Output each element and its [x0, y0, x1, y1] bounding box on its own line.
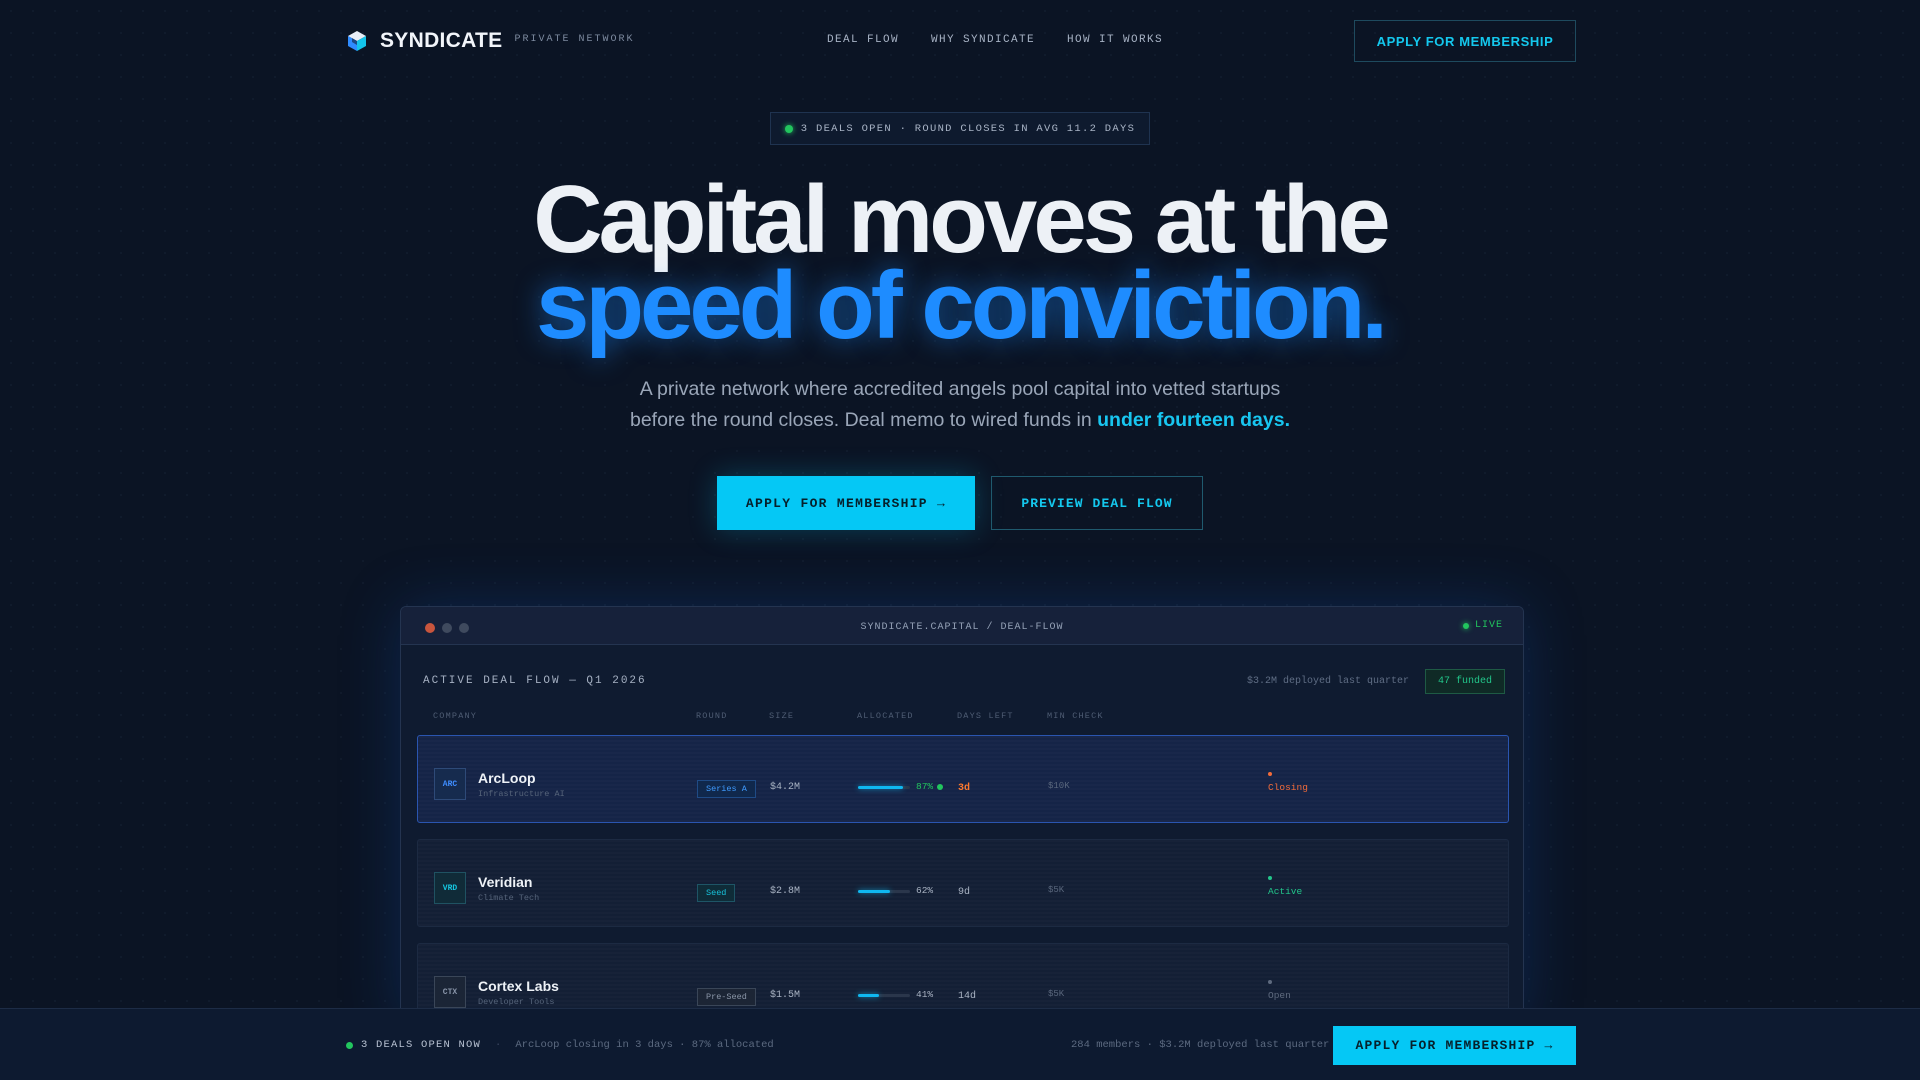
company-name: Cortex Labs — [478, 978, 559, 994]
deal-row-arcloop[interactable]: ARC ArcLoop Infrastructure AI Series A $… — [417, 735, 1509, 823]
footer-separator: · — [495, 1039, 502, 1051]
preview-deal-flow-button[interactable]: PREVIEW DEAL FLOW — [991, 476, 1203, 530]
hero-headline-line2: speed of conviction. — [535, 252, 1388, 359]
deals-open-badge-text: 3 DEALS OPEN · ROUND CLOSES IN AVG 11.2 … — [800, 122, 1136, 135]
deals-open-badge: 3 DEALS OPEN · ROUND CLOSES IN AVG 11.2 … — [770, 112, 1150, 145]
deal-status-label: Active — [1268, 886, 1303, 897]
deal-status-label: Closing — [1268, 782, 1308, 793]
status-dot — [1268, 980, 1272, 984]
sticky-footer-bar: 3 DEALS OPEN NOW · ArcLoop closing in 3 … — [0, 1008, 1920, 1080]
footer-deals-open: 3 DEALS OPEN NOW — [361, 1039, 482, 1051]
allocation-bar — [858, 890, 910, 893]
brand-tagline: PRIVATE NETWORK — [514, 33, 635, 45]
dashboard-meta: $3.2M deployed last quarter 47 funded — [1247, 669, 1505, 694]
company-name: Veridian — [478, 874, 533, 890]
isometric-cube-icon — [348, 31, 366, 51]
deal-status-label: Open — [1268, 990, 1291, 1001]
live-label: LIVE — [1474, 620, 1503, 631]
allocation-bar — [858, 994, 910, 997]
company-logo: VRD — [434, 872, 466, 904]
allocation-bar — [858, 786, 910, 789]
min-check: $10K — [1048, 781, 1070, 791]
nav-link-how-it-works[interactable]: HOW IT WORKS — [1067, 34, 1163, 46]
funded-count-badge: 47 funded — [1424, 669, 1505, 694]
deployed-last-quarter: $3.2M deployed last quarter — [1246, 676, 1409, 687]
live-indicator: LIVE — [1462, 620, 1503, 631]
company-sector: Climate Tech — [478, 893, 540, 903]
live-status-dot — [784, 124, 793, 133]
top-nav: SYNDICATE PRIVATE NETWORK DEAL FLOW WHY … — [346, 20, 1576, 62]
allocation-percent-value: 62% — [916, 885, 934, 896]
column-header-days-left: DAYS LEFT — [957, 711, 1014, 721]
deal-table-header: COMPANY ROUND SIZE ALLOCATED DAYS LEFT M… — [401, 711, 1523, 725]
column-header-round: ROUND — [696, 711, 728, 721]
nav-link-why-syndicate[interactable]: WHY SYNDICATE — [931, 34, 1035, 46]
hero-subtitle-highlight: under fourteen days. — [1097, 409, 1291, 431]
round-size: $2.8M — [770, 886, 801, 897]
column-header-min-check: MIN CHECK — [1047, 711, 1104, 721]
status-dot — [1268, 772, 1272, 776]
column-header-allocated: ALLOCATED — [857, 711, 914, 721]
status-dot — [1268, 876, 1272, 880]
company-logo: CTX — [434, 976, 466, 1008]
footer-closing-info: ArcLoop closing in 3 days · 87% allocate… — [515, 1039, 774, 1051]
hero-subtitle: A private network where accredited angel… — [0, 374, 1920, 436]
days-left: 3d — [958, 783, 971, 794]
company-name: ArcLoop — [478, 770, 536, 786]
allocation-live-dot — [937, 783, 944, 790]
min-check: $5K — [1048, 885, 1065, 895]
company-sector: Infrastructure AI — [478, 789, 565, 799]
company-logo: ARC — [434, 768, 466, 800]
live-dot — [1462, 622, 1469, 629]
allocation-bar-fill — [858, 994, 880, 997]
brand-logo[interactable]: SYNDICATE PRIVATE NETWORK — [346, 29, 635, 53]
deal-status: Closing — [1268, 772, 1308, 793]
days-left: 9d — [958, 887, 971, 898]
hero-subtitle-line2: before the round closes. Deal memo to wi… — [629, 409, 1098, 431]
hero-subtitle-line1: A private network where accredited angel… — [639, 378, 1281, 400]
allocation-percent: 87% — [916, 781, 944, 792]
allocation-bar-fill — [858, 890, 891, 893]
company-sector: Developer Tools — [478, 997, 555, 1007]
allocation-percent-value: 87% — [916, 781, 934, 792]
allocation-percent: 62% — [916, 885, 933, 896]
round-badge: Pre-Seed — [697, 988, 756, 1006]
footer-deals-status: 3 DEALS OPEN NOW · ArcLoop closing in 3 … — [346, 1039, 774, 1051]
deal-row-veridian[interactable]: VRD Veridian Climate Tech Seed $2.8M 62%… — [417, 839, 1509, 927]
deal-flow-dashboard: SYNDICATE.CAPITAL / DEAL-FLOW LIVE ACTIV… — [400, 606, 1524, 1026]
column-header-size: SIZE — [769, 711, 795, 721]
deal-status: Open — [1268, 980, 1291, 1001]
min-check: $5K — [1048, 989, 1065, 999]
apply-membership-button[interactable]: APPLY FOR MEMBERSHIP → — [717, 476, 975, 530]
nav-link-deal-flow[interactable]: DEAL FLOW — [827, 34, 899, 46]
days-left: 14d — [958, 991, 977, 1002]
nav-apply-button[interactable]: APPLY FOR MEMBERSHIP — [1354, 20, 1576, 62]
round-size: $4.2M — [770, 782, 801, 793]
footer-stats: 284 members · $3.2M deployed last quarte… — [1071, 1039, 1330, 1051]
round-size: $1.5M — [770, 990, 801, 1001]
round-badge: Series A — [697, 780, 756, 798]
allocation-bar-fill — [858, 786, 904, 789]
round-badge: Seed — [697, 884, 736, 902]
allocation-percent: 41% — [916, 989, 933, 1000]
brand-name: SYNDICATE — [380, 29, 503, 52]
allocation-percent-value: 41% — [916, 989, 934, 1000]
deal-status: Active — [1268, 876, 1302, 897]
window-titlebar: SYNDICATE.CAPITAL / DEAL-FLOW LIVE — [401, 607, 1523, 645]
footer-apply-button[interactable]: APPLY FOR MEMBERSHIP → — [1333, 1026, 1576, 1065]
column-header-company: COMPANY — [433, 711, 478, 721]
dashboard-title: ACTIVE DEAL FLOW — Q1 2026 — [423, 675, 647, 687]
window-url: SYNDICATE.CAPITAL / DEAL-FLOW — [860, 622, 1064, 633]
nav-links: DEAL FLOW WHY SYNDICATE HOW IT WORKS — [827, 34, 1195, 46]
footer-live-dot — [346, 1041, 353, 1049]
